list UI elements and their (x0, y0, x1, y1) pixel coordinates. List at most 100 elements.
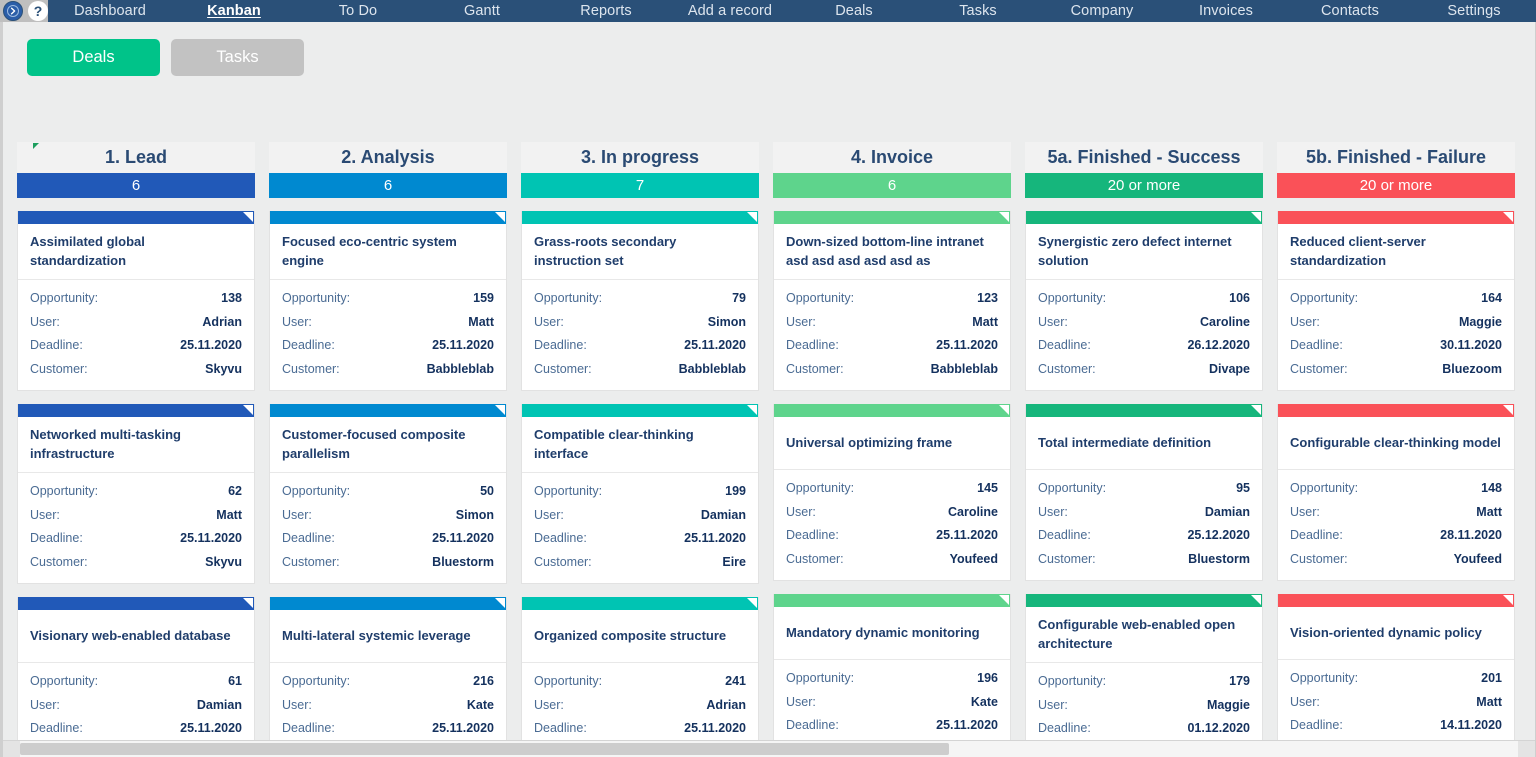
card-field-customer-value: Youfeed (949, 551, 998, 566)
deal-card[interactable]: Visionary web-enabled database Opportunit… (17, 597, 255, 740)
card-corner-fold-icon[interactable] (999, 212, 1009, 222)
card-corner-fold-icon[interactable] (243, 212, 253, 222)
column-card-list: Focused eco-centric system engine Opportu… (269, 211, 507, 740)
card-corner-fold-icon[interactable] (747, 405, 757, 416)
card-corner-fold-icon[interactable] (243, 598, 253, 609)
card-corner-fold-icon[interactable] (495, 212, 505, 222)
nav-item-tasks[interactable]: Tasks (916, 0, 1040, 22)
nav-item-dashboard[interactable]: Dashboard (48, 0, 172, 22)
card-corner-fold-icon[interactable] (747, 598, 757, 609)
card-field-deadline: Deadline: 25.11.2020 (534, 334, 746, 358)
card-corner-fold-icon[interactable] (1251, 212, 1261, 222)
card-corner-fold-icon[interactable] (999, 405, 1009, 416)
deal-card[interactable]: Compatible clear-thinking interface Oppor… (521, 404, 759, 585)
deal-card[interactable]: Configurable web-enabled open architectu… (1025, 594, 1263, 740)
card-corner-fold-icon[interactable] (1251, 405, 1261, 416)
card-corner-fold-icon[interactable] (999, 595, 1009, 606)
deal-card[interactable]: Reduced client-server standardization Opp… (1277, 211, 1515, 392)
deals-toggle-button[interactable]: Deals (27, 39, 160, 76)
card-field-deadline-label: Deadline: (786, 338, 839, 353)
deal-card[interactable]: Customer-focused composite parallelism Op… (269, 404, 507, 585)
card-corner-fold-icon[interactable] (243, 405, 253, 416)
card-field-user-label: User: (1290, 504, 1320, 519)
nav-item-deals[interactable]: Deals (792, 0, 916, 22)
nav-item-contacts[interactable]: Contacts (1288, 0, 1412, 22)
card-field-deadline-value: 25.11.2020 (180, 721, 242, 736)
arrow-left-icon[interactable] (3, 741, 20, 757)
deal-card[interactable]: Synergistic zero defect internet solutio… (1025, 211, 1263, 392)
scrollbar-track[interactable] (20, 741, 1518, 757)
card-field-opportunity-label: Opportunity: (282, 674, 351, 689)
entity-toggle-group: Deals Tasks (3, 22, 1535, 76)
card-field-deadline-value: 25.11.2020 (432, 338, 494, 353)
deal-card[interactable]: Down-sized bottom-line intranet asd asd … (773, 211, 1011, 392)
column-count-badge: 6 (773, 173, 1011, 198)
card-fields: Opportunity: 62 User: Matt Deadline: 25.11.20… (18, 473, 254, 583)
card-corner-fold-icon[interactable] (1251, 595, 1261, 606)
nav-item-settings[interactable]: Settings (1412, 0, 1536, 22)
card-corner-fold-icon[interactable] (1503, 595, 1513, 606)
deal-card[interactable]: Assimilated global standardization Opport… (17, 211, 255, 392)
deal-card[interactable]: Organized composite structure Opportunity… (521, 597, 759, 740)
deal-card[interactable]: Multi-lateral systemic leverage Opportuni… (269, 597, 507, 740)
column-inner: 4. Invoice 6 Down-sized bottom-line intran… (773, 142, 1011, 740)
card-field-user-value: Damian (700, 507, 746, 522)
card-corner-fold-icon[interactable] (747, 212, 757, 222)
nav-item-kanban[interactable]: Kanban (172, 0, 296, 22)
card-fields: Opportunity: 164 User: Maggie Deadline: 30.11… (1278, 280, 1514, 390)
help-icon[interactable]: ? (28, 1, 48, 21)
deal-card[interactable]: Grass-roots secondary instruction set Opp… (521, 211, 759, 392)
card-field-opportunity-value: 148 (1481, 481, 1502, 496)
card-field-customer-value: Skyvu (205, 554, 242, 569)
card-title: Visionary web-enabled database (18, 610, 254, 664)
card-corner-fold-icon[interactable] (495, 405, 505, 416)
nav-item-add-a-record[interactable]: Add a record (668, 0, 792, 22)
card-field-deadline: Deadline: 28.11.2020 (1290, 524, 1502, 548)
card-field-user-label: User: (786, 314, 816, 329)
nav-item-to-do[interactable]: To Do (296, 0, 420, 22)
deal-card[interactable]: Configurable clear-thinking model Opportu… (1277, 404, 1515, 582)
deal-card[interactable]: Networked multi-tasking infrastructure Op… (17, 404, 255, 585)
card-fields: Opportunity: 241 User: Adrian Deadline: 25.11… (522, 663, 758, 740)
deal-card[interactable]: Mandatory dynamic monitoring Opportunity:… (773, 594, 1011, 740)
card-field-opportunity-label: Opportunity: (534, 674, 603, 689)
card-corner-fold-icon[interactable] (495, 598, 505, 609)
chevron-right-icon[interactable] (3, 1, 23, 21)
card-field-customer: Customer: Youfeed (1290, 548, 1502, 572)
deal-card[interactable]: Universal optimizing frame Opportunity: 14… (773, 404, 1011, 582)
scrollbar-thumb[interactable] (20, 743, 949, 755)
card-field-customer: Customer: Eire (534, 551, 746, 575)
card-field-deadline-label: Deadline: (1290, 528, 1343, 543)
card-title: Grass-roots secondary instruction set (522, 224, 758, 281)
card-field-opportunity-value: 179 (1229, 674, 1250, 689)
card-corner-fold-icon[interactable] (1503, 212, 1513, 222)
card-field-opportunity-value: 62 (228, 484, 242, 499)
deal-card[interactable]: Vision-oriented dynamic policy Opportunit… (1277, 594, 1515, 740)
card-field-deadline: Deadline: 25.11.2020 (30, 717, 242, 740)
kanban-column: 2. Analysis 6 Focused eco-centric system e… (269, 142, 521, 740)
deal-card[interactable]: Total intermediate definition Opportunity… (1025, 404, 1263, 582)
arrow-right-icon[interactable] (1518, 741, 1535, 757)
card-field-deadline-label: Deadline: (534, 338, 587, 353)
card-field-opportunity-value: 123 (977, 291, 998, 306)
horizontal-scrollbar[interactable] (3, 740, 1535, 757)
deal-card[interactable]: Focused eco-centric system engine Opportu… (269, 211, 507, 392)
card-field-user-value: Matt (1476, 504, 1502, 519)
column-inner: 3. In progress 7 Grass-roots secondary ins… (521, 142, 759, 740)
card-fields: Opportunity: 138 User: Adrian Deadline: 25.11… (18, 280, 254, 390)
card-title: Multi-lateral systemic leverage (270, 610, 506, 664)
nav-item-company[interactable]: Company (1040, 0, 1164, 22)
card-field-user-value: Maggie (1206, 697, 1250, 712)
tasks-toggle-button[interactable]: Tasks (171, 39, 304, 76)
card-color-bar (270, 211, 506, 224)
nav-item-invoices[interactable]: Invoices (1164, 0, 1288, 22)
card-color-bar (774, 404, 1010, 418)
card-field-customer-value: Divape (1209, 361, 1250, 376)
column-inner: 5b. Finished - Failure 20 or more Reduced … (1277, 142, 1515, 740)
card-field-deadline-label: Deadline: (30, 338, 83, 353)
nav-item-reports[interactable]: Reports (544, 0, 668, 22)
card-field-user: User: Matt (1290, 691, 1502, 715)
card-corner-fold-icon[interactable] (1503, 405, 1513, 416)
nav-item-gantt[interactable]: Gantt (420, 0, 544, 22)
card-field-user-label: User: (282, 507, 312, 522)
